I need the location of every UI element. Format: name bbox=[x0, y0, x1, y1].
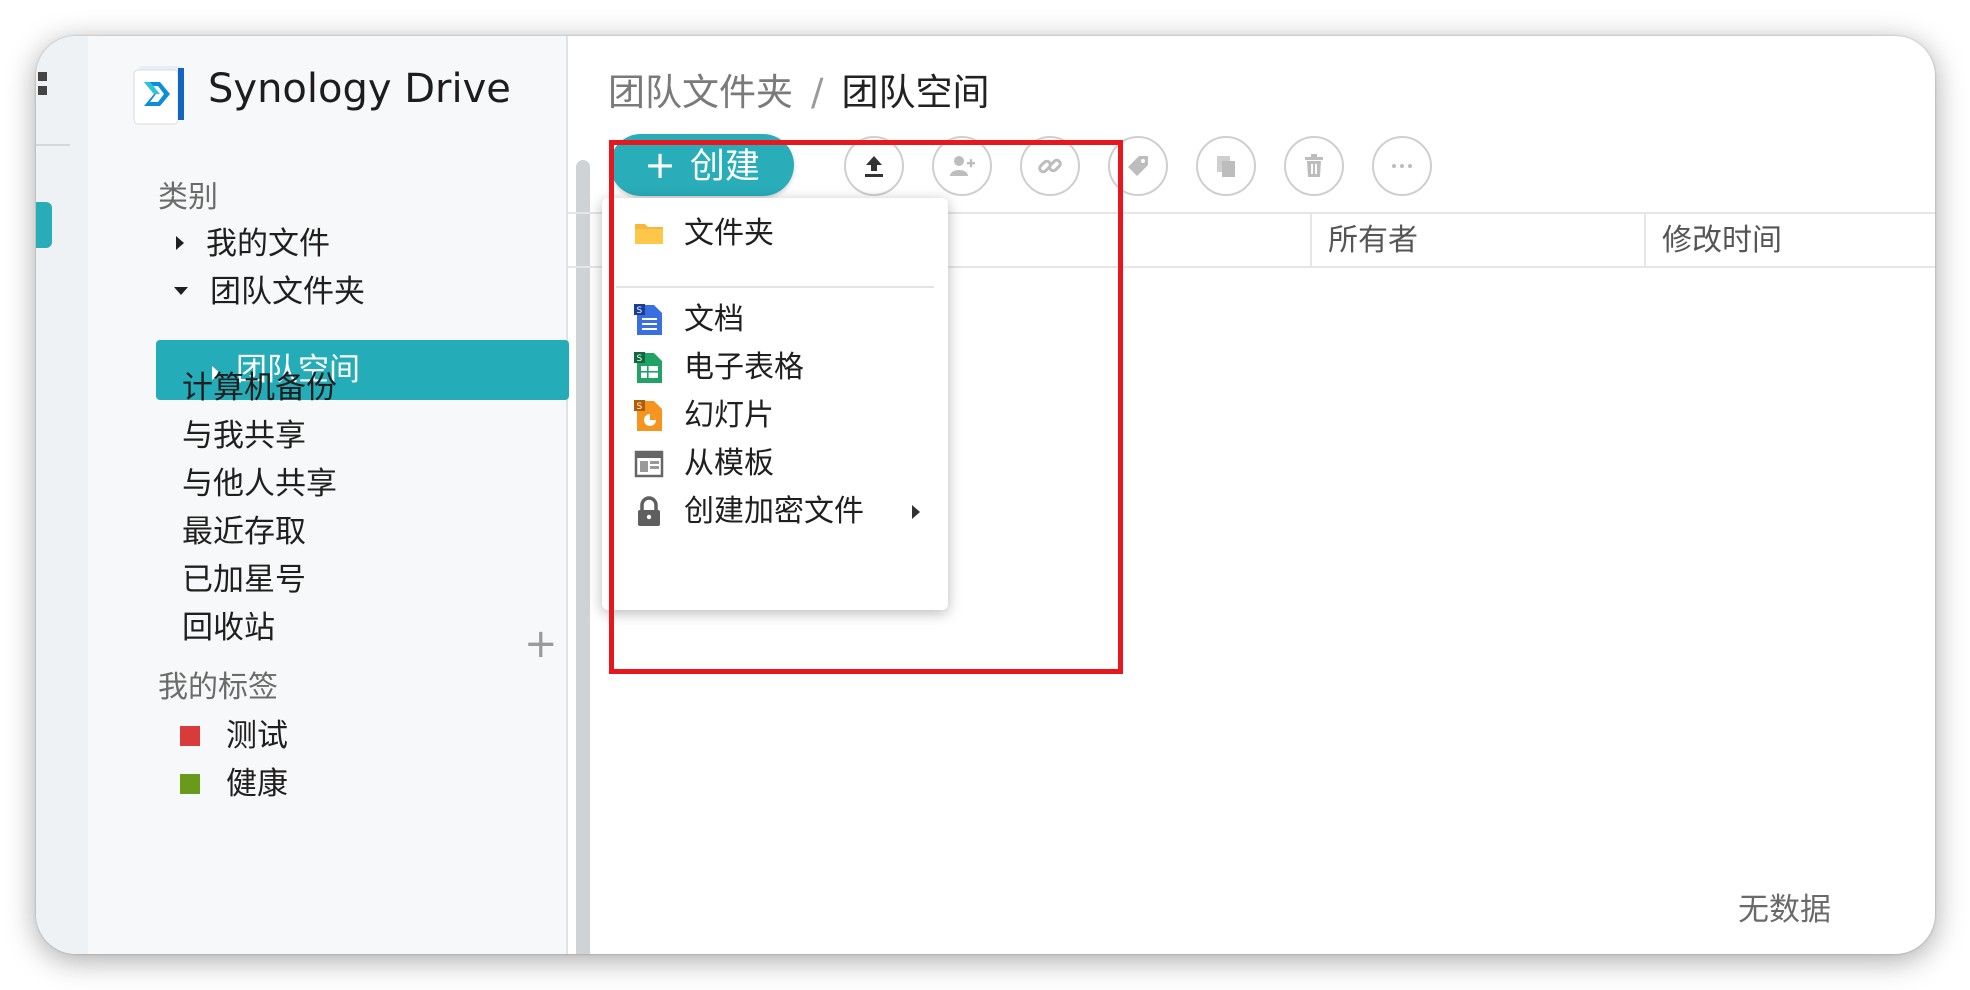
rail-divider bbox=[36, 144, 70, 146]
tags-title: 我的标签 bbox=[158, 670, 278, 705]
tag-icon bbox=[1128, 156, 1148, 176]
highlight-annotation-box bbox=[609, 140, 1123, 674]
category-title: 类别 bbox=[158, 180, 218, 215]
left-rail bbox=[36, 36, 90, 954]
tag-item-health[interactable]: 健康 bbox=[180, 758, 288, 803]
copy-button[interactable] bbox=[1196, 136, 1256, 196]
synology-drive-logo-icon bbox=[133, 66, 184, 125]
tag-item-test[interactable]: 测试 bbox=[180, 710, 288, 755]
sidebar-item-my-files[interactable]: 我的文件 bbox=[176, 218, 330, 263]
add-tag-button[interactable]: + bbox=[524, 624, 558, 664]
app-name: Synology Drive bbox=[208, 66, 511, 112]
sidebar-item-team-folders[interactable]: 团队文件夹 bbox=[174, 266, 365, 311]
sidebar-item-label: 我的文件 bbox=[206, 226, 330, 262]
tag-color-icon bbox=[180, 725, 200, 746]
more-icon bbox=[1392, 164, 1412, 168]
sidebar-item-starred[interactable]: 已加星号 bbox=[182, 554, 306, 599]
column-modified-time[interactable]: 修改时间 bbox=[1644, 214, 1935, 266]
sidebar-item-shared-with-me[interactable]: 与我共享 bbox=[182, 410, 306, 455]
expand-arrow-icon[interactable] bbox=[176, 235, 184, 250]
rail-active-tab[interactable] bbox=[36, 202, 52, 248]
sidebar-item-recent[interactable]: 最近存取 bbox=[182, 506, 306, 551]
delete-button[interactable] bbox=[1284, 136, 1344, 196]
breadcrumb-current: 团队空间 bbox=[841, 71, 990, 114]
sidebar-item-label: 团队文件夹 bbox=[210, 274, 365, 310]
delete-icon bbox=[1305, 154, 1323, 177]
empty-state-text: 无数据 bbox=[1738, 892, 1831, 928]
sidebar-item-recycle-bin[interactable]: 回收站 bbox=[182, 602, 275, 647]
copy-icon bbox=[1217, 156, 1235, 177]
breadcrumb: 团队文件夹 / 团队空间 bbox=[608, 62, 989, 116]
column-owner[interactable]: 所有者 bbox=[1310, 214, 1644, 266]
sidebar-item-pc-backup[interactable]: 计算机备份 bbox=[182, 362, 337, 407]
app-window: Synology Drive 类别 我的文件 团队文件夹 团队空间 计算机备份 … bbox=[36, 36, 1935, 954]
sidebar-item-shared-with-others[interactable]: 与他人共享 bbox=[182, 458, 337, 503]
app-grid-icon[interactable] bbox=[38, 72, 48, 104]
tag-label: 健康 bbox=[226, 766, 288, 802]
breadcrumb-separator: / bbox=[811, 71, 824, 114]
tag-color-icon bbox=[180, 773, 200, 794]
sidebar: Synology Drive 类别 我的文件 团队文件夹 团队空间 计算机备份 … bbox=[88, 36, 590, 954]
collapse-arrow-icon[interactable] bbox=[174, 286, 188, 295]
tag-label: 测试 bbox=[226, 718, 288, 754]
breadcrumb-parent[interactable]: 团队文件夹 bbox=[608, 71, 793, 114]
more-button[interactable] bbox=[1372, 136, 1432, 196]
